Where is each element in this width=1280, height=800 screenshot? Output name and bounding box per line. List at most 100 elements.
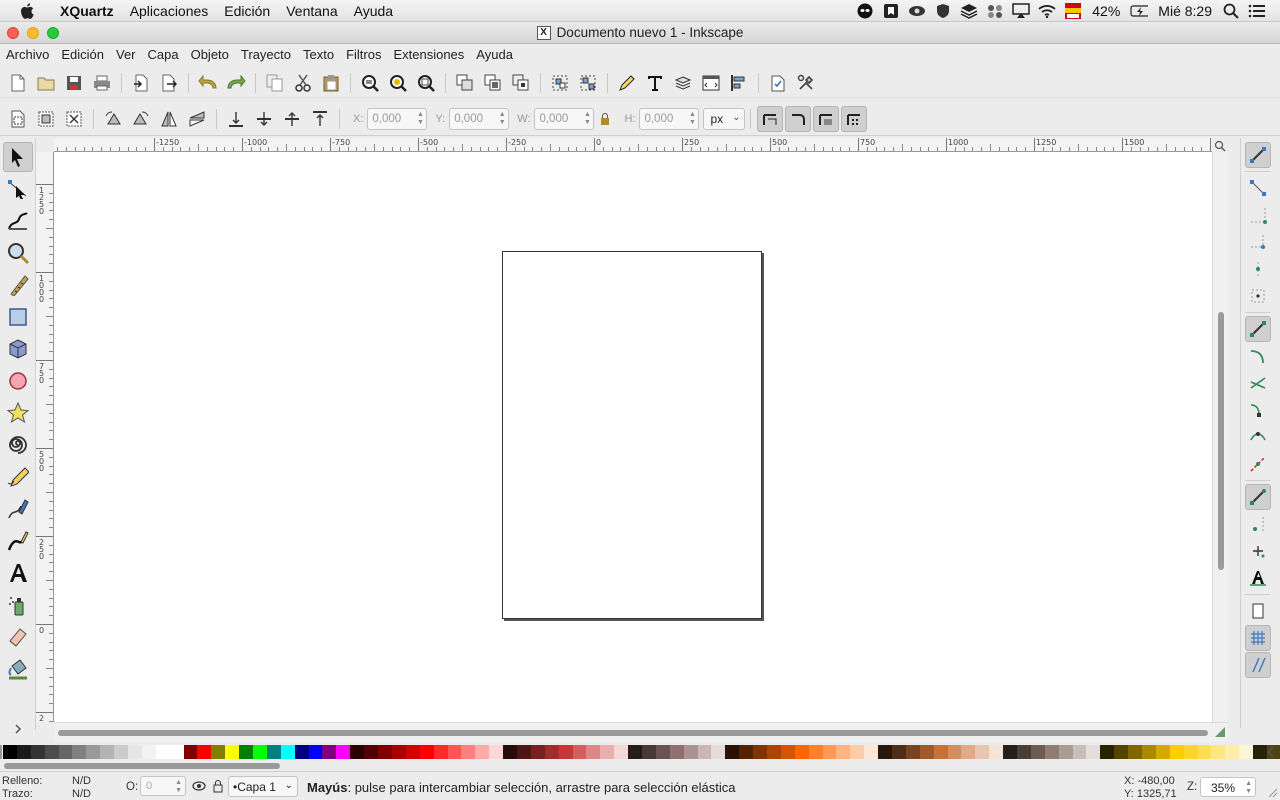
color-swatch[interactable] bbox=[1142, 745, 1156, 759]
color-swatch[interactable] bbox=[794, 745, 809, 759]
zoom-selection-icon[interactable] bbox=[358, 71, 382, 95]
color-swatch[interactable] bbox=[1058, 745, 1073, 759]
scroll-corner-icon[interactable] bbox=[1214, 726, 1226, 738]
color-swatch[interactable] bbox=[1086, 745, 1101, 759]
select-all-layers-icon[interactable] bbox=[34, 107, 58, 131]
color-swatch[interactable] bbox=[30, 745, 45, 759]
color-swatch[interactable] bbox=[586, 745, 601, 759]
color-swatch[interactable] bbox=[530, 745, 545, 759]
zoom-drawing-icon[interactable] bbox=[386, 71, 410, 95]
color-swatch[interactable] bbox=[614, 745, 629, 759]
resize-grip-icon[interactable] bbox=[1266, 786, 1278, 798]
color-swatch[interactable] bbox=[1253, 745, 1268, 759]
print-icon[interactable] bbox=[90, 71, 114, 95]
open-folder-icon[interactable] bbox=[34, 71, 58, 95]
color-swatch[interactable] bbox=[378, 745, 392, 759]
h-field[interactable]: 0,000 ▲ ▼ bbox=[639, 107, 700, 130]
search-icon[interactable] bbox=[1222, 2, 1240, 20]
w-field[interactable]: 0,000 ▲ ▼ bbox=[534, 107, 595, 130]
color-swatch[interactable] bbox=[100, 745, 115, 759]
menu-edicion[interactable]: Edición bbox=[216, 3, 278, 19]
color-swatch[interactable] bbox=[58, 745, 73, 759]
color-swatch[interactable] bbox=[350, 745, 365, 759]
color-swatch[interactable] bbox=[655, 745, 670, 759]
lock-proportions-icon[interactable] bbox=[596, 107, 614, 131]
ellipse-tool-icon[interactable] bbox=[3, 366, 33, 396]
color-swatch[interactable] bbox=[822, 745, 837, 759]
cut-icon[interactable] bbox=[291, 71, 315, 95]
group-icon[interactable] bbox=[548, 71, 572, 95]
color-swatch[interactable] bbox=[155, 745, 170, 759]
layers-icon[interactable] bbox=[960, 2, 978, 20]
copy-icon[interactable] bbox=[263, 71, 287, 95]
menu-trayecto[interactable]: Trayecto bbox=[235, 47, 297, 62]
preferences-icon[interactable] bbox=[794, 71, 818, 95]
battery-icon[interactable] bbox=[1130, 2, 1149, 20]
lower-to-bottom-icon[interactable] bbox=[224, 107, 248, 131]
snap-paths-icon[interactable] bbox=[1245, 343, 1271, 369]
color-swatch[interactable] bbox=[44, 745, 59, 759]
expand-toolbox-icon[interactable] bbox=[3, 714, 33, 744]
network-icon[interactable] bbox=[986, 2, 1004, 20]
color-swatch[interactable] bbox=[683, 745, 698, 759]
import-icon[interactable] bbox=[129, 71, 153, 95]
color-swatch[interactable] bbox=[753, 745, 767, 759]
zoom-window-button[interactable] bbox=[47, 27, 59, 39]
color-swatch[interactable] bbox=[211, 745, 226, 759]
snap-smooth-nodes-icon[interactable] bbox=[1245, 424, 1271, 450]
align-distribute-icon[interactable] bbox=[727, 71, 751, 95]
color-swatch[interactable] bbox=[86, 745, 101, 759]
y-field[interactable]: 0,000 ▲ ▼ bbox=[449, 107, 510, 130]
tweak-tool-icon[interactable] bbox=[3, 206, 33, 236]
color-swatch[interactable] bbox=[1072, 745, 1087, 759]
alien-icon[interactable] bbox=[856, 2, 874, 20]
color-swatch[interactable] bbox=[1211, 745, 1226, 759]
undo-icon[interactable] bbox=[196, 71, 220, 95]
color-swatch[interactable] bbox=[364, 745, 379, 759]
minimize-window-button[interactable] bbox=[27, 27, 39, 39]
document-page[interactable] bbox=[502, 251, 762, 619]
color-swatch[interactable] bbox=[1017, 745, 1031, 759]
color-swatch[interactable] bbox=[1197, 745, 1212, 759]
calligraphy-tool-icon[interactable] bbox=[3, 526, 33, 556]
layers-dialog-icon[interactable] bbox=[671, 71, 695, 95]
selector-tool-icon[interactable] bbox=[3, 142, 33, 172]
palette-scroll-thumb[interactable] bbox=[4, 763, 280, 769]
vertical-scroll-thumb[interactable] bbox=[1218, 312, 1224, 570]
color-swatch[interactable] bbox=[308, 745, 323, 759]
color-swatch[interactable] bbox=[1239, 745, 1254, 759]
menu-filtros[interactable]: Filtros bbox=[340, 47, 387, 62]
fill-stroke-icon[interactable] bbox=[615, 71, 639, 95]
stroke-value[interactable]: N/D bbox=[72, 788, 91, 800]
apple-icon[interactable] bbox=[18, 2, 36, 20]
menu-ver[interactable]: Ver bbox=[110, 47, 142, 62]
color-swatch[interactable] bbox=[808, 745, 823, 759]
color-swatch[interactable] bbox=[1225, 745, 1240, 759]
snap-others-icon[interactable] bbox=[1245, 484, 1271, 510]
color-swatch[interactable] bbox=[169, 745, 184, 759]
menu-capa[interactable]: Capa bbox=[142, 47, 185, 62]
spray-tool-icon[interactable] bbox=[3, 590, 33, 620]
raise-icon[interactable] bbox=[280, 107, 304, 131]
color-swatch[interactable] bbox=[461, 745, 476, 759]
unit-select[interactable]: px ⌄ bbox=[703, 107, 746, 130]
flip-vertical-icon[interactable] bbox=[185, 107, 209, 131]
color-swatch[interactable] bbox=[183, 745, 198, 759]
move-gradients-toggle[interactable] bbox=[813, 105, 840, 132]
color-swatch[interactable] bbox=[933, 745, 948, 759]
color-swatch[interactable] bbox=[475, 745, 490, 759]
color-swatch[interactable] bbox=[322, 745, 337, 759]
vertical-scrollbar[interactable] bbox=[1212, 152, 1228, 722]
no-paint-swatch[interactable] bbox=[0, 745, 2, 759]
color-swatch[interactable] bbox=[1030, 745, 1045, 759]
snap-grid-icon[interactable] bbox=[1245, 625, 1271, 651]
palette-menu-icon[interactable] bbox=[1266, 745, 1276, 759]
color-swatch[interactable] bbox=[128, 745, 142, 759]
color-swatch[interactable] bbox=[3, 745, 17, 759]
flip-horizontal-icon[interactable] bbox=[157, 107, 181, 131]
text-font-icon[interactable] bbox=[643, 71, 667, 95]
zoom-page-icon[interactable] bbox=[414, 71, 438, 95]
deselect-icon[interactable] bbox=[62, 107, 86, 131]
color-swatch[interactable] bbox=[864, 745, 879, 759]
color-swatch[interactable] bbox=[239, 745, 254, 759]
